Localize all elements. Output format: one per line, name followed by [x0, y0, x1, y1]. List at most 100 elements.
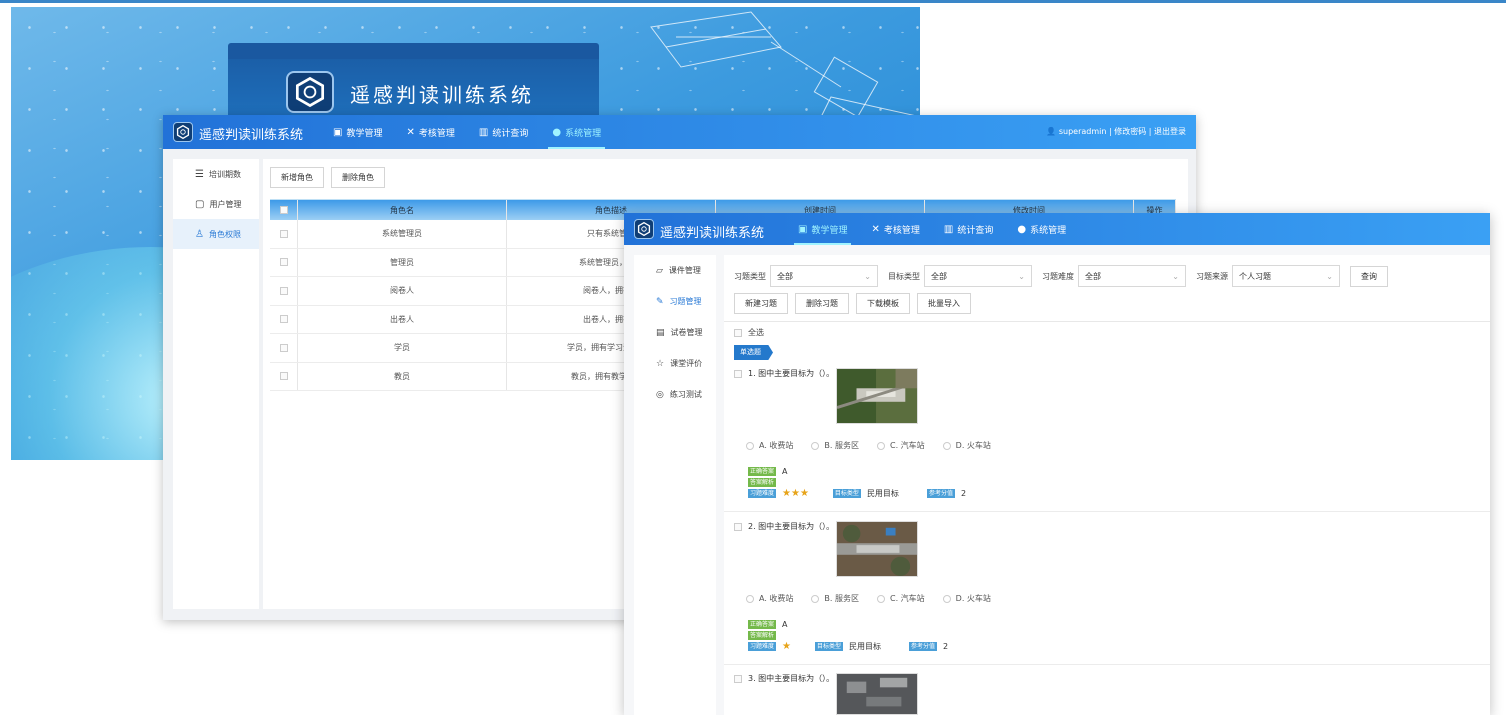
radio-button[interactable] [942, 594, 951, 603]
source-select[interactable]: 个人习题 ⌄ [1232, 265, 1340, 287]
role-name-cell: 管理员 [298, 248, 507, 276]
radio-button[interactable] [877, 594, 885, 603]
divider [724, 321, 1490, 322]
question-checkbox[interactable] [734, 369, 742, 378]
sidebar-item-evaluation[interactable]: ☆ 课堂评价 [634, 348, 716, 379]
question-title: 1. 图中主要目标为（）。 [748, 369, 835, 378]
question-meta: 正确答案 A 答案解析 习题难度 ★ 目标类型 民用目标 参考分值 2 [748, 619, 962, 652]
radio-button[interactable] [877, 441, 885, 450]
exercise-type-select[interactable]: 全部 ⌄ [770, 265, 878, 287]
nav-label: 系统管理 [565, 128, 602, 139]
star-outline-icon: ☆ [656, 358, 665, 369]
answer-row: 正确答案 A [748, 466, 980, 477]
select-all-label: 全选 [748, 328, 764, 337]
analysis-row: 答案解析 [748, 630, 962, 641]
nav-system[interactable]: ● 系统管理 [540, 115, 613, 149]
nav-label: 考核管理 [418, 128, 455, 139]
exercise-panel: 习题类型 全部 ⌄ 目标类型 全部 ⌄ 习题难度 全部 ⌄ 习题来源 个人习题 ⌄ 查询… [724, 255, 1490, 715]
nav-label: 统计查询 [957, 225, 994, 236]
radio-button[interactable] [942, 441, 951, 450]
sidebar-item-exercises[interactable]: ✎ 习题管理 [634, 286, 716, 317]
change-password-link[interactable]: 修改密码 [1114, 127, 1146, 136]
batch-import-button[interactable]: 批量导入 [917, 293, 971, 314]
option-label: D. 火车站 [955, 441, 991, 450]
nav-teaching[interactable]: ▣ 教学管理 [321, 115, 394, 149]
question-checkbox[interactable] [734, 674, 742, 683]
delete-role-button[interactable]: 删除角色 [331, 167, 385, 188]
question-meta: 正确答案 A 答案解析 习题难度 ★★★ 目标类型 民用目标 参考分值 2 [748, 466, 980, 499]
difficulty-select[interactable]: 全部 ⌄ [1078, 265, 1186, 287]
nav-statistics[interactable]: ▥ 统计查询 [467, 115, 540, 149]
nav-label: 教学管理 [346, 128, 383, 139]
option-c[interactable]: C. 汽车站 [877, 593, 925, 604]
logout-link[interactable]: 退出登录 [1154, 127, 1186, 136]
download-template-button[interactable]: 下载模板 [856, 293, 910, 314]
question-title: 2. 图中主要目标为（）。 [748, 522, 835, 531]
query-button[interactable]: 查询 [1350, 265, 1388, 287]
option-a[interactable]: A. 收费站 [746, 593, 793, 604]
image-icon: ▣ [333, 126, 343, 138]
question-checkbox[interactable] [734, 522, 742, 531]
question-image [836, 521, 918, 577]
add-role-button[interactable]: 新增角色 [270, 167, 324, 188]
option-label: A. 收费站 [759, 594, 794, 603]
nav-system[interactable]: ● 系统管理 [1005, 213, 1078, 245]
target-type-select[interactable]: 全部 ⌄ [924, 265, 1032, 287]
option-c[interactable]: C. 汽车站 [877, 440, 925, 451]
select-all[interactable]: 全选 [734, 327, 764, 338]
user-icon: 👤 [1046, 127, 1057, 136]
chevron-down-icon: ⌄ [864, 271, 871, 281]
option-label: C. 汽车站 [890, 594, 925, 603]
row-checkbox-cell [270, 305, 298, 333]
sidebar-item-roles[interactable]: ♙ 角色权限 [173, 219, 259, 249]
divider [724, 511, 1490, 512]
image-icon: ▣ [798, 223, 808, 235]
sidebar-item-courseware[interactable]: ▱ 课件管理 [634, 255, 716, 286]
chevron-down-icon: ⌄ [1326, 271, 1333, 281]
delete-exercise-button[interactable]: 删除习题 [795, 293, 849, 314]
row-checkbox[interactable] [279, 229, 288, 238]
answer-tag: 正确答案 [748, 467, 777, 476]
select-all-checkbox[interactable] [279, 206, 288, 214]
option-b[interactable]: B. 服务区 [811, 440, 859, 451]
chevron-down-icon: ⌄ [1018, 271, 1025, 281]
nav-teaching[interactable]: ▣ 教学管理 [786, 213, 859, 245]
option-d[interactable]: D. 火车站 [942, 440, 991, 451]
sidebar-item-papers[interactable]: ▤ 试卷管理 [634, 317, 716, 348]
row-checkbox[interactable] [279, 315, 288, 324]
sidebar-item-practice[interactable]: ◎ 练习测试 [634, 379, 716, 410]
row-checkbox[interactable] [279, 286, 288, 295]
exercise-icon: ✎ [656, 296, 664, 307]
difficulty-tag: 习题难度 [748, 489, 777, 498]
radio-button[interactable] [746, 594, 754, 603]
sidebar-label: 课件管理 [668, 266, 701, 275]
new-exercise-button[interactable]: 新建习题 [734, 293, 788, 314]
answer-row: 正确答案 A [748, 619, 962, 630]
row-checkbox[interactable] [279, 258, 288, 267]
difficulty-row: 习题难度 ★★★ 目标类型 民用目标 参考分值 2 [748, 488, 980, 499]
user-info: 👤 superadmin | 修改密码 | 退出登录 [1046, 127, 1186, 136]
username[interactable]: superadmin [1059, 127, 1107, 136]
options-row: A. 收费站 B. 服务区 C. 汽车站 D. 火车站 [746, 440, 1009, 451]
nav-assessment[interactable]: ✕ 考核管理 [394, 115, 466, 149]
courseware-icon: ▱ [656, 265, 663, 276]
sidebar-item-training[interactable]: ☰ 培训期数 [173, 159, 259, 189]
row-checkbox[interactable] [279, 372, 288, 381]
option-b[interactable]: B. 服务区 [811, 593, 859, 604]
option-d[interactable]: D. 火车站 [942, 593, 991, 604]
select-all-checkbox[interactable] [734, 328, 742, 337]
answer-value: A [782, 467, 788, 476]
question-item: 3. 图中主要目标为（）。 [734, 673, 1484, 715]
sidebar-item-users[interactable]: ▢ 用户管理 [173, 189, 259, 219]
filter-label: 目标类型 [888, 271, 920, 281]
radio-button[interactable] [746, 441, 754, 450]
tools-icon: ✕ [406, 126, 415, 138]
radio-button[interactable] [811, 594, 820, 603]
radio-button[interactable] [811, 441, 820, 450]
users-icon: ● [1017, 223, 1027, 235]
nav-statistics[interactable]: ▥ 统计查询 [932, 213, 1005, 245]
nav-assessment[interactable]: ✕ 考核管理 [859, 213, 931, 245]
option-a[interactable]: A. 收费站 [746, 440, 793, 451]
row-checkbox[interactable] [279, 343, 288, 352]
filter-bar: 习题类型 全部 ⌄ 目标类型 全部 ⌄ 习题难度 全部 ⌄ 习题来源 个人习题 ⌄ 查询 [734, 265, 1395, 287]
